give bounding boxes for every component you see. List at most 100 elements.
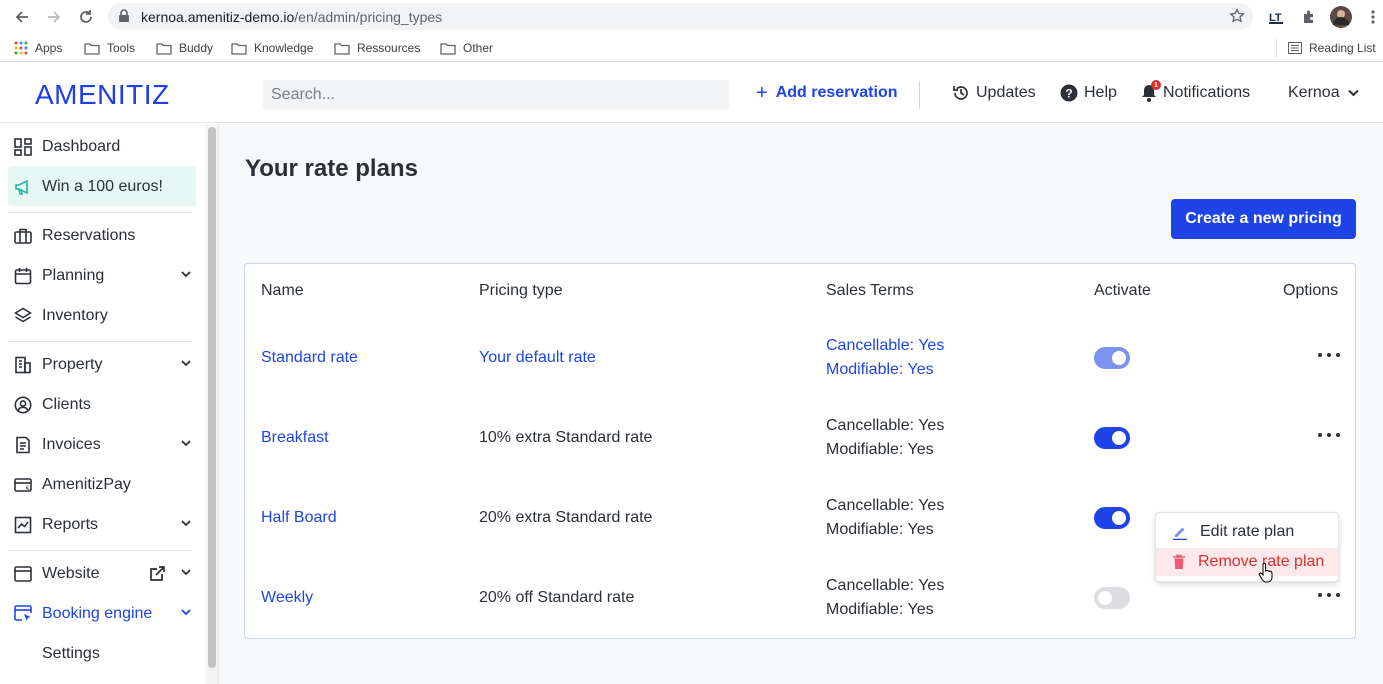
activate-toggle[interactable] <box>1094 587 1130 609</box>
folder-icon <box>156 42 172 55</box>
cancellable-term: Cancellable: Yes <box>826 337 945 354</box>
create-pricing-button[interactable]: Create a new pricing <box>1171 199 1356 239</box>
sidebar-item-label: Clients <box>42 396 91 413</box>
bookmark-buddy[interactable]: Buddy <box>156 40 213 56</box>
sidebar-item-property[interactable]: Property <box>14 354 194 376</box>
sidebar-item-website[interactable]: Website <box>14 563 194 585</box>
app-header: AMENITIZ + Add reservation Updates ? Hel… <box>0 67 1383 123</box>
remove-rate-plan-item[interactable]: Remove rate plan <box>1156 548 1338 576</box>
activate-toggle[interactable] <box>1094 507 1130 529</box>
briefcase-icon <box>14 228 32 244</box>
card-reader-icon: € <box>14 478 32 492</box>
add-reservation-button[interactable]: + Add reservation <box>756 82 898 104</box>
user-name: Kernoa <box>1288 84 1340 101</box>
bookmark-label: Buddy <box>179 41 214 55</box>
pricing-type: 10% extra Standard rate <box>479 429 653 446</box>
browser-toolbar: kernoa.amenitiz-demo.io/en/admin/pricing… <box>0 0 1383 34</box>
bookmark-star-icon[interactable] <box>1229 7 1245 29</box>
user-menu[interactable]: Kernoa <box>1288 84 1365 102</box>
sidebar-divider <box>8 212 192 213</box>
chevron-down-icon <box>181 440 191 447</box>
amenitiz-logo[interactable]: AMENITIZ <box>35 79 170 111</box>
rate-name-link[interactable]: Standard rate <box>261 349 358 367</box>
pricing-type: 20% off Standard rate <box>479 589 635 606</box>
extensions-puzzle-icon[interactable] <box>1298 6 1320 28</box>
bookmarks-divider <box>1276 39 1277 57</box>
pencil-icon <box>1173 527 1187 540</box>
sidebar-divider <box>8 341 192 342</box>
sidebar-item-inventory[interactable]: Inventory <box>14 305 194 327</box>
bookmark-label: Apps <box>35 41 63 55</box>
profile-avatar-icon[interactable] <box>1330 6 1352 28</box>
megaphone-icon <box>15 179 28 195</box>
sidebar-item-invoices[interactable]: Invoices <box>14 434 194 456</box>
reading-list-label: Reading List <box>1309 41 1376 55</box>
plus-icon: + <box>756 82 768 104</box>
edit-rate-plan-label: Edit rate plan <box>1200 523 1295 540</box>
rate-plans-table <box>244 263 1356 639</box>
browser-menu-icon[interactable] <box>1362 6 1383 28</box>
sidebar-item-clients[interactable]: Clients <box>14 394 194 416</box>
options-menu-button[interactable] <box>1318 350 1340 360</box>
lock-icon <box>118 9 130 28</box>
bookmark-tools[interactable]: Tools <box>84 40 135 56</box>
add-reservation-label: Add reservation <box>775 84 898 101</box>
column-header-name: Name <box>261 282 304 299</box>
sidebar-scrollbar-thumb[interactable] <box>208 127 216 668</box>
search-input[interactable] <box>263 80 729 110</box>
sidebar-item-amenitizpay[interactable]: € AmenitizPay <box>14 474 194 496</box>
reading-list[interactable]: Reading List <box>1288 40 1376 56</box>
options-menu-button[interactable] <box>1318 430 1340 440</box>
bookmark-apps[interactable]: Apps <box>14 40 62 56</box>
apps-grid-icon <box>14 41 28 55</box>
sidebar-item-reservations[interactable]: Reservations <box>14 225 194 247</box>
sidebar-item-label: Inventory <box>42 307 108 324</box>
bookmark-label: Tools <box>107 41 136 55</box>
building-icon <box>15 356 31 374</box>
sidebar-item-label: Planning <box>42 267 105 284</box>
sidebar-item-label: Invoices <box>42 436 101 453</box>
extension-lt-icon[interactable]: LT <box>1266 6 1288 28</box>
reload-icon[interactable] <box>76 7 96 27</box>
back-icon[interactable] <box>12 7 32 27</box>
address-bar[interactable]: kernoa.amenitiz-demo.io/en/admin/pricing… <box>108 3 1253 30</box>
chevron-down-icon <box>181 360 191 367</box>
toggle-knob <box>1112 431 1126 445</box>
pricing-type-link[interactable]: Your default rate <box>479 349 596 367</box>
column-header-pricing-type: Pricing type <box>479 282 563 299</box>
forward-icon[interactable] <box>44 7 64 27</box>
sales-terms: Cancellable: Yes Modifiable: Yes <box>826 334 944 382</box>
help-button[interactable]: ? Help <box>1060 84 1117 102</box>
bookmark-ressources[interactable]: Ressources <box>334 40 420 56</box>
activate-toggle[interactable] <box>1094 347 1130 369</box>
rate-name-link[interactable]: Half Board <box>261 509 337 527</box>
user-circle-icon <box>14 396 32 414</box>
rate-name-link[interactable]: Weekly <box>261 589 313 607</box>
updates-button[interactable]: Updates <box>952 84 1036 102</box>
chevron-down-icon <box>181 569 191 576</box>
sidebar-item-label: Website <box>42 565 100 582</box>
bookmark-other[interactable]: Other <box>440 40 493 56</box>
modifiable-term: Modifiable: Yes <box>826 601 934 618</box>
browser-icon <box>14 566 32 582</box>
sidebar-item-label: Dashboard <box>42 138 121 155</box>
sidebar-subitem-settings[interactable]: Settings <box>42 643 222 665</box>
sidebar-item-promo[interactable]: Win a 100 euros! <box>14 176 194 198</box>
edit-rate-plan-item[interactable]: Edit rate plan <box>1156 518 1338 546</box>
sidebar-item-label: Reports <box>42 516 99 533</box>
sidebar-item-booking-engine[interactable]: Booking engine <box>14 603 194 625</box>
options-dropdown: Edit rate plan Remove rate plan <box>1155 512 1339 582</box>
options-menu-button[interactable] <box>1318 590 1340 600</box>
modifiable-term: Modifiable: Yes <box>826 441 934 458</box>
notifications-label: Notifications <box>1163 84 1251 101</box>
sidebar-item-reports[interactable]: Reports <box>14 514 194 536</box>
sidebar: Dashboard Win a 100 euros! Reservations … <box>0 124 205 684</box>
toggle-knob <box>1098 591 1112 605</box>
sidebar-item-planning[interactable]: Planning <box>14 265 194 287</box>
rate-name-link[interactable]: Breakfast <box>261 429 329 447</box>
activate-toggle[interactable] <box>1094 427 1130 449</box>
sidebar-item-label: Booking engine <box>42 605 153 622</box>
svg-text:?: ? <box>1065 87 1072 101</box>
sidebar-item-dashboard[interactable]: Dashboard <box>14 136 194 158</box>
bookmark-knowledge[interactable]: Knowledge <box>231 40 313 56</box>
